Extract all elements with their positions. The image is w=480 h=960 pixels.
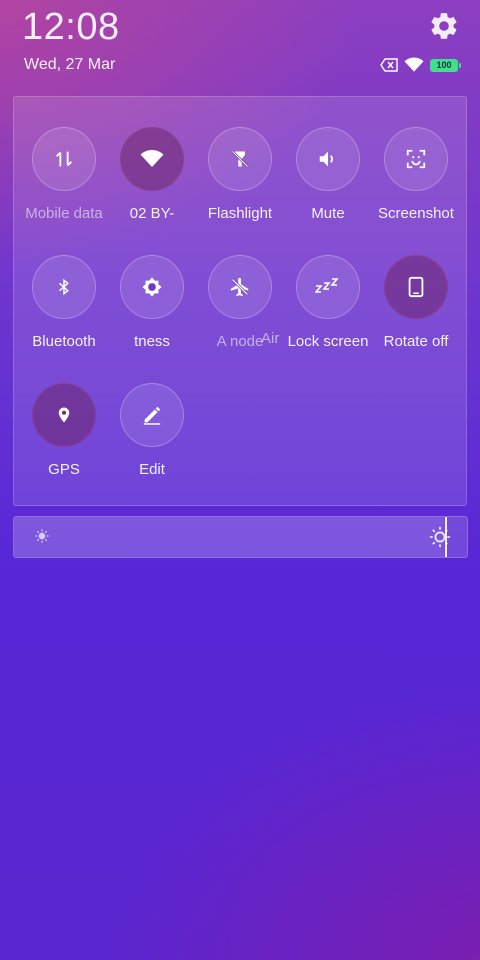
brightness-fill (14, 517, 445, 557)
battery-icon: 100 (430, 58, 461, 72)
sleep-icon (315, 278, 339, 293)
tile-label: Bluetooth (32, 333, 96, 350)
quick-settings-panel: Mobile data 02 BY- Flashlight Mute Scree… (13, 96, 467, 506)
tile-brightness[interactable]: tness (108, 255, 196, 350)
settings-button[interactable] (428, 10, 460, 42)
tile-label: Edit (139, 461, 165, 478)
tile-circle[interactable] (32, 383, 96, 447)
tile-circle[interactable] (32, 255, 96, 319)
tile-circle[interactable] (296, 255, 360, 319)
flashlight-icon (231, 150, 249, 168)
date: Wed, 27 Mar (24, 56, 116, 73)
tile-flashlight[interactable]: Flashlight (196, 127, 284, 222)
tile-circle[interactable] (208, 127, 272, 191)
tile-label: Screenshot (378, 205, 454, 222)
tile-circle[interactable] (384, 255, 448, 319)
tile-label: GPS (48, 461, 80, 478)
tile-label: Mobile data (25, 205, 103, 222)
wifi-icon (140, 150, 164, 167)
tile-mute[interactable]: Mute (284, 127, 372, 222)
tile-bluetooth[interactable]: Bluetooth (20, 255, 108, 350)
wifi-icon (404, 57, 424, 72)
tile-lock-screen[interactable]: Lock screen (284, 255, 372, 350)
tile-label: 02 BY- (129, 205, 175, 222)
tile-gps[interactable]: GPS (20, 383, 108, 478)
brightness-slider[interactable] (13, 516, 468, 558)
tile-circle[interactable] (296, 127, 360, 191)
tile-screenshot[interactable]: Screenshot (372, 127, 460, 222)
battery-level: 100 (436, 60, 452, 70)
tile-mobile-data[interactable]: Mobile data (20, 127, 108, 222)
overlap-label: Air (261, 330, 280, 347)
tile-circle[interactable] (120, 127, 184, 191)
tile-circle[interactable] (120, 255, 184, 319)
volume-icon (319, 151, 333, 167)
tile-label: Lock screen (287, 333, 369, 350)
tile-circle[interactable] (384, 127, 448, 191)
tile-circle[interactable] (120, 383, 184, 447)
tile-label: tness (134, 333, 170, 350)
tile-label: Mute (311, 205, 345, 222)
edit-icon (143, 406, 161, 425)
airplane-icon (230, 277, 249, 297)
rotate-icon (408, 276, 424, 298)
sun-small-icon (35, 529, 49, 543)
tile-wifi[interactable]: 02 BY- (108, 127, 196, 222)
tile-circle[interactable] (32, 127, 96, 191)
tile-label: Flashlight (207, 205, 273, 222)
bluetooth-icon (58, 278, 69, 296)
tile-label: Rotate off (383, 333, 449, 350)
mobile-data-icon (56, 151, 72, 167)
gear-icon (431, 13, 457, 39)
tile-circle[interactable] (208, 255, 272, 319)
screenshot-icon (406, 149, 426, 169)
status-icons: 100 (380, 56, 461, 74)
location-icon (58, 407, 70, 423)
clock: 12:08 (22, 6, 120, 48)
tile-rotate[interactable]: Rotate off (372, 255, 460, 350)
brightness-icon (142, 277, 162, 297)
tile-edit[interactable]: Edit (108, 383, 196, 478)
sun-large-icon (429, 526, 451, 548)
no-sim-icon (380, 58, 398, 72)
